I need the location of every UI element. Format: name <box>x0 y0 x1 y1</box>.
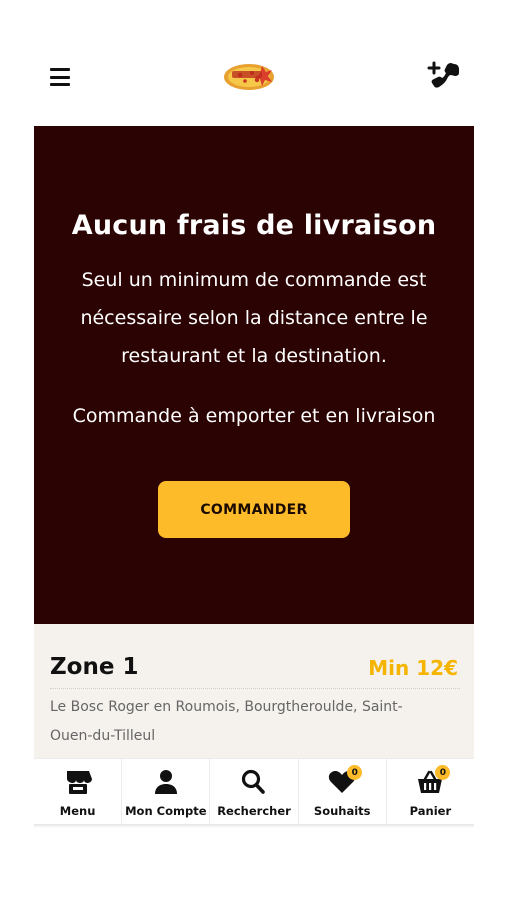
nav-item-menu[interactable]: Menu <box>34 759 123 824</box>
wishlist-badge: 0 <box>347 765 363 780</box>
nav-item-wishlist[interactable]: 0 Souhaits <box>299 759 387 824</box>
cart-badge: 0 <box>435 765 451 780</box>
search-icon <box>241 769 265 794</box>
zone-minimum: Min 12€ <box>368 656 458 680</box>
hero-description: Seul un minimum de commande est nécessai… <box>80 269 428 367</box>
nav-item-search[interactable]: Rechercher <box>210 759 299 824</box>
heart-icon-wrap: 0 <box>328 765 363 795</box>
nav-label-cart: Panier <box>409 804 452 818</box>
pizza-logo[interactable] <box>222 62 276 92</box>
store-icon <box>66 771 92 794</box>
nav-item-account[interactable]: Mon Compte <box>122 759 211 824</box>
order-button[interactable]: COMMANDER <box>158 481 350 538</box>
app-header <box>0 0 507 125</box>
nav-label-search: Rechercher <box>217 804 291 818</box>
nav-label-account: Mon Compte <box>125 804 207 818</box>
delivery-zone-card: Zone 1 Min 12€ Le Bosc Roger en Roumois,… <box>34 624 474 758</box>
bottom-navigation: Menu Mon Compte Rechercher 0 Souhaits 0 … <box>34 758 474 824</box>
divider <box>50 688 460 689</box>
zone-cities: Le Bosc Roger en Roumois, Bourgtheroulde… <box>50 699 403 744</box>
hero-service-text: Commande à emporter et en livraison <box>72 405 436 427</box>
zone-title: Zone 1 <box>50 654 139 680</box>
user-icon <box>154 770 177 794</box>
hero-title: Aucun frais de livraison <box>71 210 437 241</box>
nav-label-menu: Menu <box>59 804 96 818</box>
nav-item-cart[interactable]: 0 Panier <box>387 759 474 824</box>
nav-shadow <box>34 824 474 828</box>
nav-label-wishlist: Souhaits <box>313 804 371 818</box>
phone-plus-icon[interactable] <box>426 60 462 94</box>
hero-banner: Aucun frais de livraison Seul un minimum… <box>34 126 474 624</box>
hamburger-icon[interactable] <box>50 68 70 86</box>
basket-icon-wrap: 0 <box>416 765 451 795</box>
